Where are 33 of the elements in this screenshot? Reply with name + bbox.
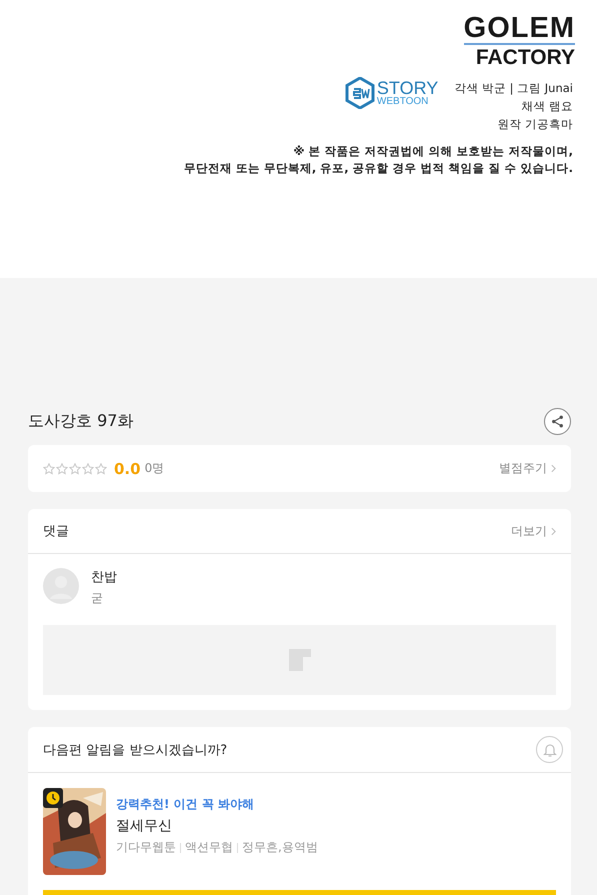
avatar-icon [43, 568, 79, 604]
star-icon [95, 462, 107, 474]
studio-logo: GOLEM FACTORY [464, 14, 575, 68]
rate-link[interactable]: 별점주기 [499, 460, 556, 477]
episode-title: 도사강호 97화 [28, 410, 134, 432]
star-icon [82, 462, 94, 474]
webtoon-logo: STORY WEBTOON [344, 76, 438, 110]
comment-text: 굳 [91, 590, 104, 607]
star-icon [69, 462, 81, 474]
credit-line: 각색 박군 | 그림 Junai [454, 81, 573, 96]
comment-author: 찬밥 [91, 569, 117, 586]
webtoon-meta: 정무흔,용역범 [242, 839, 318, 856]
chevron-right-icon [551, 464, 556, 473]
star-icon [56, 462, 68, 474]
comments-heading: 댓글 [43, 523, 69, 540]
chevron-right-icon [551, 526, 556, 536]
copyright-notice: 무단전재 또는 무단복제, 유포, 공유할 경우 법적 책임을 질 수 있습니다. [184, 161, 573, 176]
webtoon-title[interactable]: 절세무신 [116, 817, 318, 835]
recommend-tagline: 강력추천! 이건 꼭 봐야해 [116, 796, 256, 813]
webtoon-meta: 액션무협 [185, 839, 233, 856]
notify-question: 다음편 알림을 받으시겠습니까? [43, 742, 228, 758]
clock-icon [43, 788, 63, 808]
star-icon [43, 462, 55, 474]
more-link[interactable]: 더보기 [511, 522, 556, 540]
share-icon [550, 414, 565, 428]
credit-line: 원작 기공흑마 [497, 117, 573, 132]
webtoon-meta: 기다무웹툰 [116, 839, 176, 856]
share-button[interactable] [544, 408, 571, 434]
copyright-notice: ※ 본 작품은 저작권법에 의해 보호받는 저작물이며, [293, 144, 573, 159]
rating-count: 0명 [144, 460, 164, 477]
bell-icon [542, 742, 558, 758]
credit-line: 채색 램요 [521, 99, 573, 114]
rating-score: 0.0 [114, 460, 141, 478]
